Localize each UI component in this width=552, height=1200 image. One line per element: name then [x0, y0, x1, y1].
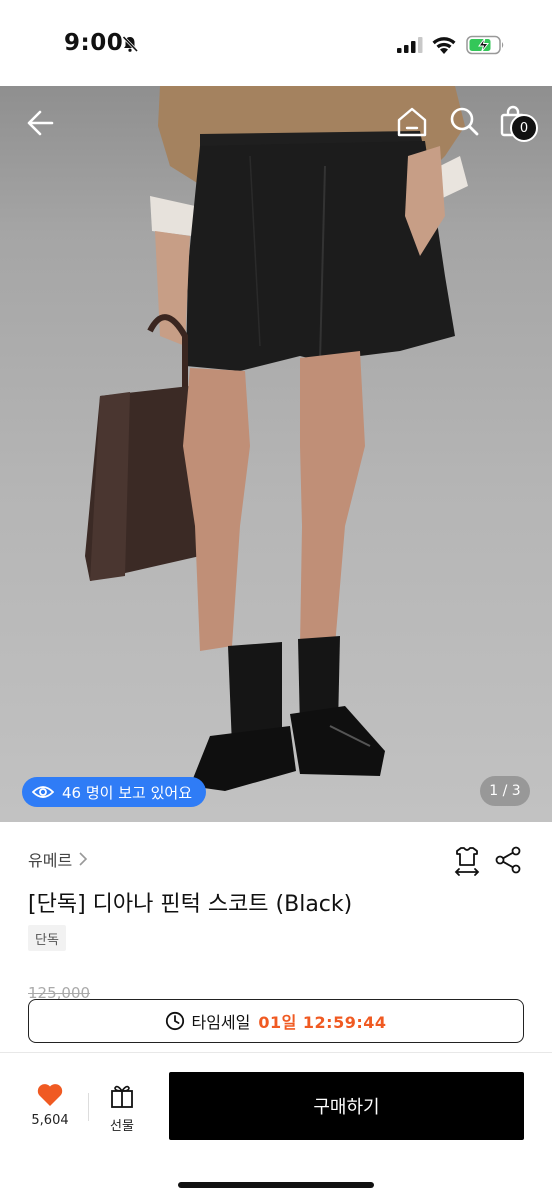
fit-size-icon[interactable]: [451, 845, 483, 877]
cart-count-badge: 0: [510, 114, 538, 142]
bell-off-icon: [122, 35, 139, 53]
like-count: 5,604: [31, 1113, 69, 1128]
status-bar: 9:00: [0, 0, 552, 86]
gift-button[interactable]: 선물: [100, 1083, 144, 1139]
timesale-banner: 타임세일 01일 12:59:44: [28, 999, 524, 1043]
product-image[interactable]: 0 46 명이 보고 있어요 1 / 3: [0, 86, 552, 822]
gift-label: 선물: [110, 1119, 134, 1134]
battery-icon: [466, 35, 504, 55]
product-photo: [85, 86, 468, 791]
viewers-text: 46 명이 보고 있어요: [62, 783, 192, 802]
gift-icon: [111, 1085, 133, 1108]
signal-icon: [397, 37, 423, 53]
clock-icon: [166, 1011, 185, 1031]
bottom-action-bar: 5,604 선물 구매하기: [0, 1052, 552, 1200]
heart-icon: [37, 1084, 63, 1106]
status-time: 9:00: [64, 30, 124, 56]
timesale-label: 타임세일: [191, 1013, 251, 1032]
like-button[interactable]: 5,604: [26, 1083, 74, 1139]
brand-name: 유메르: [28, 851, 73, 870]
home-icon[interactable]: [394, 104, 430, 140]
timesale-countdown: 01일 12:59:44: [258, 1013, 387, 1032]
chevron-right-icon: [79, 852, 88, 866]
home-indicator: [178, 1182, 374, 1188]
product-title: [단독] 디아나 핀턱 스코트 (Black): [28, 892, 353, 917]
wifi-icon: [432, 37, 456, 54]
exclusive-tag: 단독: [28, 925, 66, 951]
back-arrow-icon[interactable]: [22, 104, 60, 142]
viewers-badge: 46 명이 보고 있어요: [22, 777, 206, 807]
brand-link[interactable]: 유메르: [28, 847, 88, 871]
eye-icon: [32, 786, 54, 798]
search-icon[interactable]: [446, 104, 482, 140]
divider: [88, 1093, 89, 1121]
image-page-indicator: 1 / 3: [480, 776, 530, 806]
share-icon[interactable]: [494, 846, 522, 874]
buy-button[interactable]: 구매하기: [169, 1072, 524, 1140]
